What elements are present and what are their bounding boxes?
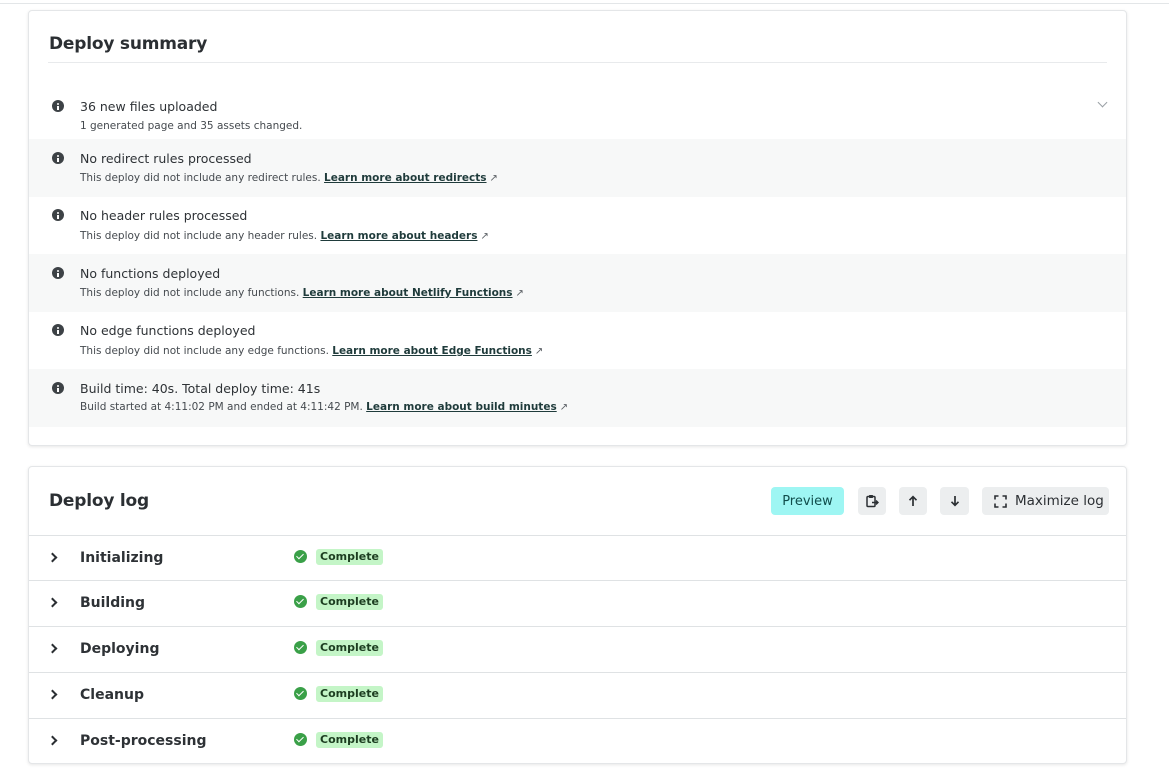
learn-more-redirects-link[interactable]: Learn more about redirects <box>324 172 487 184</box>
summary-item-build-time: Build time: 40s. Total deploy time: 41s … <box>29 369 1126 427</box>
check-circle-icon <box>294 641 307 654</box>
chevron-down-icon[interactable] <box>1097 97 1108 108</box>
chevron-right-icon[interactable] <box>47 552 58 563</box>
status-badge: Complete <box>316 549 383 565</box>
summary-item-subtitle: Build started at 4:11:02 PM and ended at… <box>80 401 569 413</box>
summary-item-subtitle: This deploy did not include any edge fun… <box>80 345 544 357</box>
arrow-up-icon <box>908 495 918 506</box>
status-badge: Complete <box>316 732 383 748</box>
info-icon <box>52 382 64 394</box>
chevron-right-icon[interactable] <box>47 689 58 700</box>
summary-divider <box>48 62 1107 63</box>
top-divider <box>0 3 1169 4</box>
chevron-right-icon[interactable] <box>47 643 58 654</box>
deploy-log-card: Deploy log Preview Maximize log Initiali… <box>28 466 1127 764</box>
external-link-icon: ↗ <box>559 402 569 413</box>
status-badge: Complete <box>316 686 383 702</box>
log-step-label: Post-processing <box>80 733 207 749</box>
summary-item-title: No edge functions deployed <box>80 323 256 338</box>
log-step-row[interactable]: Building Complete <box>29 580 1126 626</box>
log-step-row[interactable]: Cleanup Complete <box>29 672 1126 718</box>
summary-item-redirects: No redirect rules processed This deploy … <box>29 139 1126 197</box>
log-step-row[interactable]: Initializing Complete <box>29 535 1126 581</box>
summary-item-title: Build time: 40s. Total deploy time: 41s <box>80 381 321 396</box>
external-link-icon: ↗ <box>480 231 489 242</box>
summary-item-headers: No header rules processed This deploy di… <box>29 197 1126 255</box>
scroll-top-button[interactable] <box>899 487 927 515</box>
log-step-label: Cleanup <box>80 687 144 703</box>
summary-item-edge-functions: No edge functions deployed This deploy d… <box>29 312 1126 370</box>
preview-button[interactable]: Preview <box>771 487 844 515</box>
summary-item-subtitle: This deploy did not include any redirect… <box>80 172 498 184</box>
summary-item-subtitle: This deploy did not include any function… <box>80 287 524 299</box>
info-icon <box>52 152 64 164</box>
clipboard-copy-icon <box>866 495 879 508</box>
log-step-row[interactable]: Post-processing Complete <box>29 718 1126 764</box>
external-link-icon: ↗ <box>534 346 544 357</box>
info-icon <box>52 324 64 336</box>
summary-item-title: No header rules processed <box>80 208 248 223</box>
summary-item-functions: No functions deployed This deploy did no… <box>29 254 1126 312</box>
scroll-bottom-button[interactable] <box>940 487 969 515</box>
check-circle-icon <box>294 550 307 563</box>
external-link-icon: ↗ <box>489 173 498 184</box>
summary-item-subtitle: 1 generated page and 35 assets changed. <box>80 120 303 132</box>
deploy-summary-card: Deploy summary 36 new files uploaded 1 g… <box>28 10 1127 446</box>
log-step-label: Initializing <box>80 550 164 566</box>
summary-item-files-uploaded[interactable]: 36 new files uploaded 1 generated page a… <box>29 87 1126 145</box>
expand-icon <box>994 494 1007 508</box>
check-circle-icon <box>294 687 307 700</box>
maximize-log-button[interactable]: Maximize log <box>982 487 1109 515</box>
learn-more-headers-link[interactable]: Learn more about headers <box>320 230 477 242</box>
deploy-summary-title: Deploy summary <box>49 34 208 54</box>
status-badge: Complete <box>316 594 383 610</box>
chevron-right-icon[interactable] <box>47 735 58 746</box>
log-step-label: Deploying <box>80 641 160 657</box>
arrow-down-icon <box>950 496 959 507</box>
learn-more-build-minutes-link[interactable]: Learn more about build minutes <box>366 401 557 413</box>
check-circle-icon <box>294 595 307 608</box>
learn-more-functions-link[interactable]: Learn more about Netlify Functions <box>303 287 513 299</box>
summary-item-title: 36 new files uploaded <box>80 99 218 114</box>
check-circle-icon <box>294 733 307 746</box>
chevron-right-icon[interactable] <box>47 597 58 608</box>
maximize-log-label: Maximize log <box>1015 493 1104 509</box>
log-step-label: Building <box>80 595 146 611</box>
summary-item-subtitle: This deploy did not include any header r… <box>80 230 489 242</box>
status-badge: Complete <box>316 640 383 656</box>
info-icon <box>52 100 64 112</box>
deploy-log-title: Deploy log <box>49 491 149 511</box>
info-icon <box>52 209 64 221</box>
summary-item-title: No functions deployed <box>80 266 221 281</box>
external-link-icon: ↗ <box>515 288 524 299</box>
info-icon <box>52 267 64 279</box>
learn-more-edge-functions-link[interactable]: Learn more about Edge Functions <box>332 345 532 357</box>
summary-item-title: No redirect rules processed <box>80 151 252 166</box>
copy-log-button[interactable] <box>858 487 886 515</box>
log-step-row[interactable]: Deploying Complete <box>29 626 1126 672</box>
